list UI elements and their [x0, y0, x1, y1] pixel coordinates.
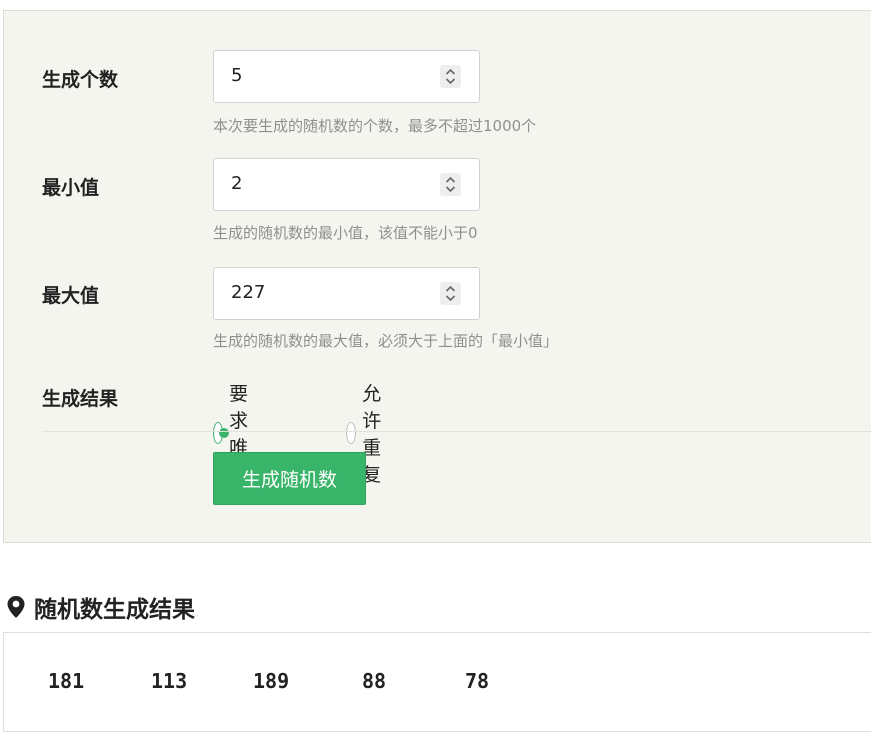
stepper-arrows-icon [445, 285, 456, 302]
result-number: 113 [151, 669, 188, 693]
generator-form-panel: 生成个数 5 本次要生成的随机数的个数，最多不超过1000个 最小值 2 生成的… [3, 10, 871, 543]
max-hint: 生成的随机数的最大值，必须大于上面的「最小值」 [213, 332, 559, 350]
min-hint: 生成的随机数的最小值，该值不能小于0 [213, 224, 478, 242]
radio-allow-duplicate-indicator[interactable] [346, 422, 357, 444]
result-number: 181 [48, 669, 85, 693]
results-title: 随机数生成结果 [34, 597, 195, 623]
max-label: 最大值 [42, 285, 100, 307]
max-stepper[interactable] [440, 282, 461, 305]
count-input[interactable]: 5 [213, 50, 480, 103]
min-input[interactable]: 2 [213, 158, 480, 211]
count-input-value: 5 [231, 65, 243, 86]
count-hint: 本次要生成的随机数的个数，最多不超过1000个 [213, 117, 537, 135]
results-heading: 随机数生成结果 [6, 590, 195, 624]
stepper-arrows-icon [445, 176, 456, 193]
count-label: 生成个数 [42, 69, 119, 91]
form-divider [42, 431, 871, 432]
max-input-value: 227 [231, 282, 266, 303]
min-label: 最小值 [42, 177, 100, 199]
generate-button[interactable]: 生成随机数 [213, 452, 366, 505]
result-number: 78 [465, 669, 490, 693]
count-stepper[interactable] [440, 65, 461, 88]
radio-unique-indicator[interactable] [213, 422, 230, 444]
radio-allow-duplicate-label: 允许重复 [362, 383, 382, 486]
map-pin-icon [7, 596, 25, 618]
stepper-arrows-icon [445, 68, 456, 85]
min-stepper[interactable] [440, 173, 461, 196]
max-input[interactable]: 227 [213, 267, 480, 320]
result-number: 189 [253, 669, 290, 693]
min-input-value: 2 [231, 173, 243, 194]
result-number: 88 [362, 669, 387, 693]
result-mode-label: 生成结果 [42, 388, 119, 410]
results-panel: 181 113 189 88 78 [3, 632, 871, 732]
